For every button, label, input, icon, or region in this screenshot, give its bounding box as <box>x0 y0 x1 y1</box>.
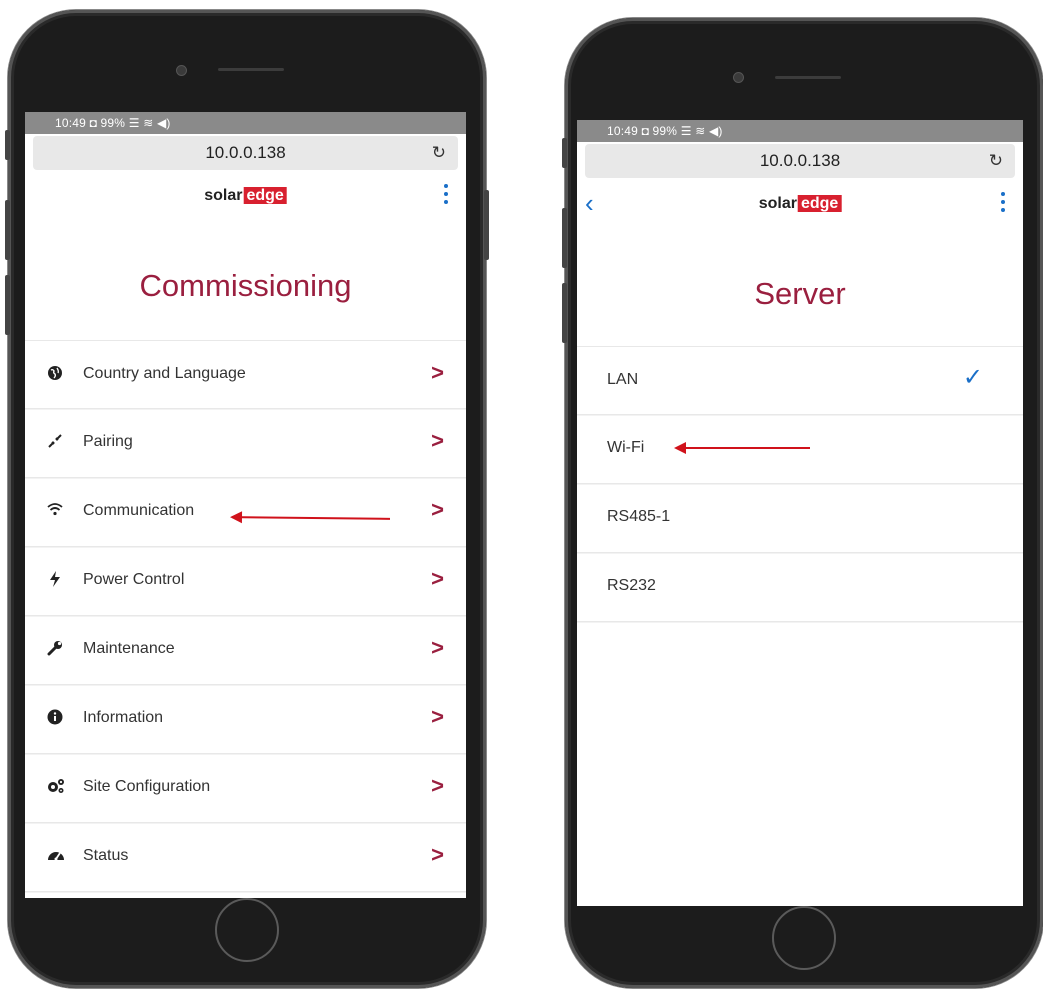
wifi-icon <box>47 502 63 520</box>
left-phone-side-button <box>5 130 10 160</box>
right-phone-volume-down <box>562 283 567 343</box>
menu-item-label: Status <box>83 847 129 864</box>
wrench-icon <box>47 640 63 658</box>
page-title: Server <box>754 276 846 311</box>
option-label: LAN <box>607 371 639 388</box>
annotation-arrow-wifi <box>674 442 810 454</box>
menu-item-pairing[interactable]: Pairing > <box>25 409 466 478</box>
more-menu-icon[interactable] <box>1001 192 1005 216</box>
url-text: 10.0.0.138 <box>205 143 286 162</box>
bolt-icon <box>47 571 63 589</box>
server-option-wifi[interactable]: Wi-Fi <box>577 415 1023 484</box>
status-bar: 10:49 ◘ 99% ☰ ≋ ◀) <box>25 112 466 134</box>
gauge-icon <box>47 847 64 865</box>
app-bar: ‹ solar edge <box>577 182 1023 232</box>
menu-item-site-configuration[interactable]: Site Configuration > <box>25 754 466 823</box>
server-option-lan[interactable]: LAN ✓ <box>577 346 1023 415</box>
left-phone-power-button <box>484 190 489 260</box>
back-chevron-icon[interactable]: ‹ <box>585 190 594 216</box>
left-phone-camera <box>176 65 187 76</box>
right-phone-volume-up <box>562 208 567 268</box>
menu-item-country-language[interactable]: Country and Language > <box>25 340 466 409</box>
option-label: RS485-1 <box>607 508 671 525</box>
menu-item-communication[interactable]: Communication > <box>25 478 466 547</box>
menu-item-power-control[interactable]: Power Control > <box>25 547 466 616</box>
server-option-rs485-1[interactable]: RS485-1 <box>577 484 1023 553</box>
chevron-right-icon: > <box>431 428 444 453</box>
left-phone-volume-up <box>5 200 10 260</box>
status-bar: 10:49 ◘ 99% ☰ ≋ ◀) <box>577 120 1023 142</box>
left-phone-speaker <box>218 68 284 71</box>
option-label: RS232 <box>607 577 656 594</box>
option-label: Wi-Fi <box>607 439 645 456</box>
checkmark-icon: ✓ <box>962 364 983 391</box>
right-phone-screen: 10:49 ◘ 99% ☰ ≋ ◀) 10.0.0.138 ↻ ‹ solar e… <box>577 120 1023 906</box>
left-phone-volume-down <box>5 275 10 335</box>
server-option-rs232[interactable]: RS232 <box>577 553 1023 622</box>
menu-item-label: Site Configuration <box>83 778 211 795</box>
chevron-right-icon: > <box>431 704 444 729</box>
chevron-right-icon: > <box>431 635 444 660</box>
address-bar[interactable]: 10.0.0.138 ↻ <box>585 144 1015 178</box>
chevron-right-icon: > <box>431 842 444 867</box>
server-options: LAN ✓ Wi-Fi RS485-1 RS232 <box>577 346 1023 622</box>
left-phone-home-button[interactable] <box>215 898 279 962</box>
right-phone-side-button <box>562 138 567 168</box>
app-bar: solar edge <box>25 174 466 224</box>
right-phone-speaker <box>775 76 841 79</box>
menu-item-label: Maintenance <box>83 640 175 657</box>
left-phone: 10:49 ◘ 99% ☰ ≋ ◀) 10.0.0.138 ↻ solar edg… <box>5 10 489 988</box>
reload-icon[interactable]: ↻ <box>432 136 446 170</box>
menu-item-status[interactable]: Status > <box>25 823 466 892</box>
commissioning-menu: Country and Language > Pairing > Communi… <box>25 340 466 892</box>
reload-icon[interactable]: ↻ <box>989 144 1003 178</box>
page-title: Commissioning <box>139 268 352 303</box>
menu-item-information[interactable]: Information > <box>25 685 466 754</box>
right-phone: 10:49 ◘ 99% ☰ ≋ ◀) 10.0.0.138 ↻ ‹ solar e… <box>562 18 1043 988</box>
chevron-right-icon: > <box>431 497 444 522</box>
menu-item-maintenance[interactable]: Maintenance > <box>25 616 466 685</box>
pairing-icon <box>47 433 63 451</box>
globe-icon <box>47 365 63 383</box>
menu-item-label: Country and Language <box>83 365 246 382</box>
chevron-right-icon: > <box>431 360 444 385</box>
menu-item-label: Communication <box>83 502 195 519</box>
right-phone-camera <box>733 72 744 83</box>
info-icon <box>47 709 63 727</box>
right-phone-home-button[interactable] <box>772 906 836 970</box>
left-phone-screen: 10:49 ◘ 99% ☰ ≋ ◀) 10.0.0.138 ↻ solar edg… <box>25 112 466 898</box>
chevron-right-icon: > <box>431 773 444 798</box>
url-text: 10.0.0.138 <box>759 151 841 170</box>
menu-item-label: Pairing <box>83 433 133 450</box>
address-bar[interactable]: 10.0.0.138 ↻ <box>33 136 458 170</box>
menu-item-label: Power Control <box>83 571 185 588</box>
solaredge-logo: solar edge <box>204 187 287 205</box>
gears-icon <box>47 778 64 796</box>
chevron-right-icon: > <box>431 566 444 591</box>
menu-item-label: Information <box>83 709 164 726</box>
solaredge-logo: solar edge <box>759 195 842 213</box>
more-menu-icon[interactable] <box>444 184 448 208</box>
